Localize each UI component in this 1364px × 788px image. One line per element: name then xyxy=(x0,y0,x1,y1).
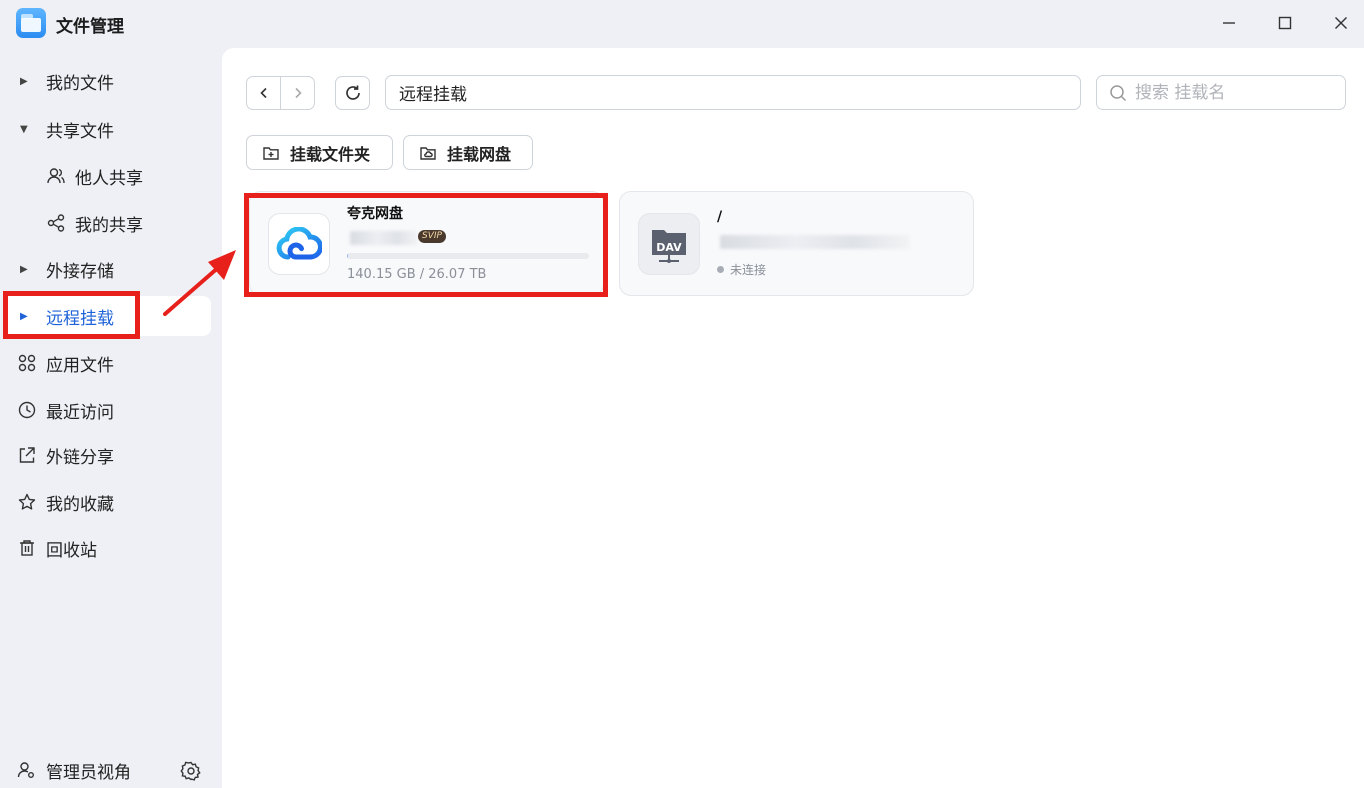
sidebar-item-my-files[interactable]: ▶ 我的文件 xyxy=(8,61,211,101)
sidebar-item-trash[interactable]: 回收站 xyxy=(8,528,211,568)
sidebar-item-shared-with-me[interactable]: 他人共享 xyxy=(8,156,211,196)
app-title: 文件管理 xyxy=(56,17,124,37)
minimize-icon xyxy=(1223,22,1235,24)
sidebar-item-my-shares[interactable]: 我的共享 xyxy=(8,203,211,243)
highlight-box-sidebar xyxy=(3,291,140,339)
sidebar-item-app-files[interactable]: 应用文件 xyxy=(8,343,211,383)
close-icon xyxy=(1335,17,1347,29)
minimize-button[interactable] xyxy=(1214,8,1244,38)
caret-right-icon: ▶ xyxy=(20,263,28,275)
mount-name: / xyxy=(717,209,723,225)
dav-icon-label: DAV xyxy=(656,241,682,254)
sidebar-item-favorites[interactable]: 我的收藏 xyxy=(8,482,211,522)
sidebar: ▶ 我的文件 ▼ 共享文件 他人共享 我的共享 ▶ 外接存储 ▶ 远程挂载 应用… xyxy=(0,46,220,788)
maximize-icon xyxy=(1278,16,1292,30)
connection-status: 未连接 xyxy=(717,261,766,278)
refresh-button[interactable] xyxy=(335,76,370,110)
sidebar-item-label: 回收站 xyxy=(46,540,97,561)
highlight-box-card xyxy=(244,193,608,297)
clock-icon xyxy=(17,400,37,420)
sidebar-item-label: 我的收藏 xyxy=(46,494,114,515)
apps-grid-icon xyxy=(17,353,37,373)
main-panel: 挂载文件夹 挂载网盘 夸克网盘 SVIP 140.15 GB / 26.07 T… xyxy=(222,48,1364,788)
trash-icon xyxy=(17,538,37,558)
sidebar-item-label: 我的文件 xyxy=(46,73,114,94)
gear-icon xyxy=(180,761,201,781)
share-icon xyxy=(46,213,66,233)
sidebar-footer: 管理员视角 xyxy=(0,752,220,788)
history-nav xyxy=(246,76,315,110)
admin-view-button[interactable]: 管理员视角 xyxy=(16,758,131,783)
sidebar-item-label: 共享文件 xyxy=(46,121,114,142)
back-button[interactable] xyxy=(247,77,280,109)
sidebar-item-label: 最近访问 xyxy=(46,402,114,423)
mount-card-webdav[interactable]: DAV / 未连接 xyxy=(619,191,974,296)
external-share-icon xyxy=(17,445,37,465)
sidebar-item-label: 外接存储 xyxy=(46,261,114,282)
folder-cloud-icon xyxy=(420,146,436,160)
chevron-right-icon xyxy=(294,87,302,99)
sidebar-item-label: 我的共享 xyxy=(75,215,143,236)
mount-cloud-disk-label: 挂载网盘 xyxy=(447,144,512,164)
search-box xyxy=(1096,75,1346,110)
search-icon xyxy=(1110,84,1127,101)
annotation-arrow-icon xyxy=(163,250,236,316)
star-icon xyxy=(17,492,37,512)
title-bar: 文件管理 xyxy=(0,0,1364,46)
refresh-icon xyxy=(345,85,360,100)
sidebar-item-label: 他人共享 xyxy=(75,168,143,189)
caret-down-icon: ▼ xyxy=(20,123,28,135)
sidebar-item-label: 外链分享 xyxy=(46,447,114,468)
status-dot-icon xyxy=(717,266,724,273)
mount-folder-button[interactable]: 挂载文件夹 xyxy=(246,135,393,170)
mount-folder-label: 挂载文件夹 xyxy=(290,144,371,164)
chevron-left-icon xyxy=(259,87,267,99)
webdav-server-icon: DAV xyxy=(638,213,700,275)
admin-view-label: 管理员视角 xyxy=(46,762,131,783)
redacted-address xyxy=(720,235,910,249)
users-icon xyxy=(46,166,66,186)
sidebar-item-label: 应用文件 xyxy=(46,355,114,376)
mount-cloud-disk-button[interactable]: 挂载网盘 xyxy=(403,135,533,170)
sidebar-item-recent[interactable]: 最近访问 xyxy=(8,390,211,430)
sidebar-item-shared-files[interactable]: ▼ 共享文件 xyxy=(8,109,211,149)
settings-button[interactable] xyxy=(180,760,202,782)
admin-user-icon xyxy=(17,762,34,778)
search-input[interactable] xyxy=(1135,82,1335,103)
caret-right-icon: ▶ xyxy=(20,75,28,87)
status-text: 未连接 xyxy=(730,263,767,277)
file-manager-logo-icon xyxy=(16,8,46,38)
folder-add-icon xyxy=(263,146,279,160)
path-input[interactable] xyxy=(385,75,1081,110)
maximize-button[interactable] xyxy=(1270,8,1300,38)
forward-button[interactable] xyxy=(280,77,314,109)
close-button[interactable] xyxy=(1326,8,1356,38)
sidebar-item-external-links[interactable]: 外链分享 xyxy=(8,435,211,475)
